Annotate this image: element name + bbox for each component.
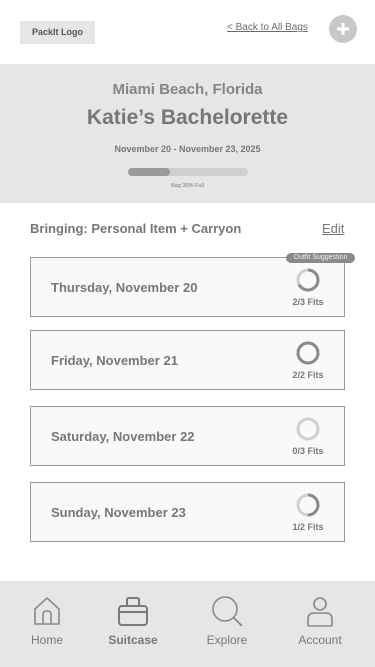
day-label: Sunday, November 23 [51, 505, 186, 520]
progress-ring-icon [296, 417, 320, 441]
search-icon [212, 596, 243, 627]
edit-link[interactable]: Edit [322, 221, 344, 236]
day-card-sunday[interactable]: Sunday, November 23 1/2 Fits [30, 482, 345, 542]
day-card-saturday[interactable]: Saturday, November 22 0/3 Fits [30, 406, 345, 466]
nav-label: Account [298, 633, 342, 647]
back-to-all-bags-link[interactable]: < Back to All Bags [227, 22, 308, 33]
ring-track [296, 417, 320, 441]
fits-count: 0/3 Fits [292, 446, 324, 456]
bag-fill-progress-bar [128, 168, 248, 176]
day-label: Thursday, November 20 [51, 280, 198, 295]
day-label: Saturday, November 22 [51, 429, 195, 444]
day-card-thursday[interactable]: Thursday, November 20 2/3 Fits [30, 257, 345, 317]
trip-dates: November 20 - November 23, 2025 [114, 144, 261, 154]
bringing-summary: Bringing: Personal Item + Carryon [30, 221, 242, 236]
day-card-friday[interactable]: Friday, November 21 2/2 Fits [30, 330, 345, 390]
nav-item-home[interactable]: Home [12, 581, 82, 667]
progress-ring-icon [296, 268, 320, 292]
nav-label: Home [30, 633, 63, 647]
ring-progress [296, 341, 320, 365]
nav-label: Explore [206, 633, 248, 647]
nav-label: Suitcase [108, 633, 158, 647]
nav-item-explore[interactable]: Explore [192, 581, 262, 667]
bag-fill-progress [128, 168, 170, 176]
fits-count: 1/2 Fits [292, 522, 324, 532]
outfit-suggestion-badge[interactable]: Outfit Suggestion [286, 253, 355, 263]
fits-count: 2/2 Fits [292, 370, 324, 380]
nav-item-suitcase[interactable]: Suitcase [98, 581, 168, 667]
trip-location: Miami Beach, Florida [112, 81, 263, 98]
add-button[interactable] [329, 15, 357, 43]
trip-title: Katie’s Bachelorette [86, 106, 289, 129]
bag-fill-label: Bag 30% Full [171, 183, 204, 189]
home-icon [34, 597, 60, 625]
bottom-nav: Home Suitcase Explore Account [0, 581, 375, 667]
progress-ring-icon [296, 341, 320, 365]
day-label: Friday, November 21 [51, 353, 178, 368]
plus-icon [337, 23, 349, 35]
suitcase-icon [118, 597, 148, 626]
top-bar: PackIt Logo < Back to All Bags [0, 0, 375, 64]
app-logo[interactable]: PackIt Logo [20, 21, 95, 44]
trip-header: Miami Beach, Florida Katie’s Bachelorett… [0, 64, 375, 203]
progress-ring-icon [296, 493, 320, 517]
fits-count: 2/3 Fits [292, 297, 324, 307]
nav-item-account[interactable]: Account [285, 581, 355, 667]
user-icon [307, 597, 333, 627]
